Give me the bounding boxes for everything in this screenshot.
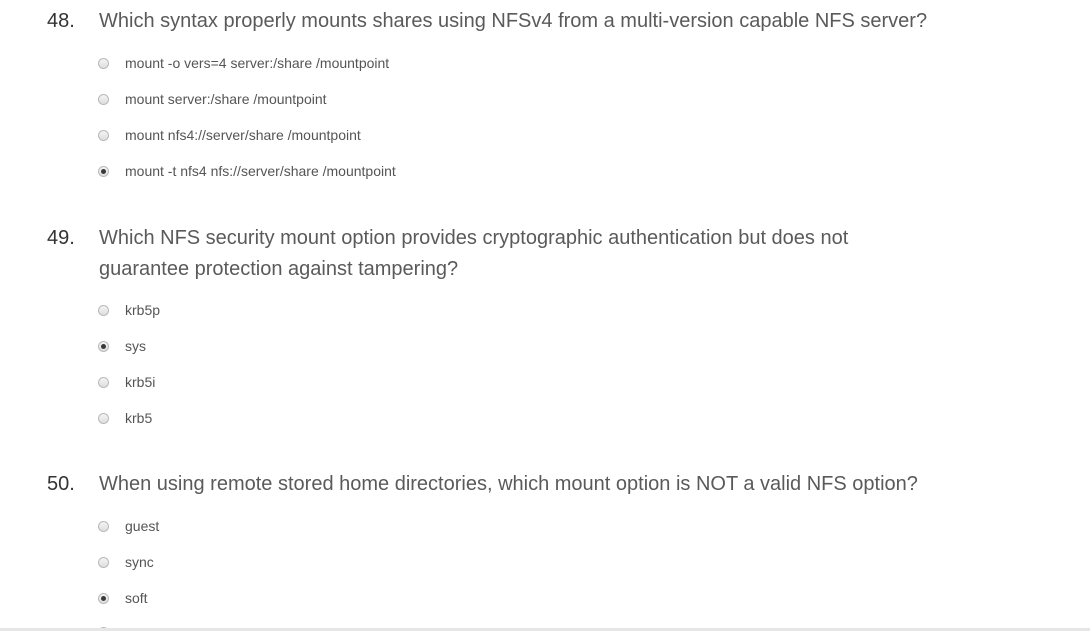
quiz-page: 48. Which syntax properly mounts shares … — [0, 0, 1090, 631]
question-number: 50. — [47, 473, 75, 495]
question-text: Which NFS security mount option provides… — [99, 227, 849, 280]
answer-option[interactable]: mount -t nfs4 nfs://server/share /mountp… — [98, 161, 396, 181]
answer-option-label: mount -o vers=4 server:/share /mountpoin… — [125, 55, 390, 71]
answer-option-label: sync — [125, 554, 154, 570]
radio-button[interactable] — [98, 93, 109, 105]
question-text: Which syntax properly mounts shares usin… — [99, 10, 928, 32]
radio-button[interactable] — [98, 304, 109, 316]
answer-option[interactable]: soft — [98, 588, 148, 608]
answer-option-label: mount nfs4://server/share /mountpoint — [125, 127, 361, 143]
answer-option-label: soft — [125, 590, 148, 606]
answer-option-label: sys — [125, 338, 146, 354]
radio-button[interactable] — [98, 556, 109, 568]
question-number: 49. — [47, 227, 75, 249]
answer-option-label: guest — [125, 518, 160, 534]
answer-option-label: krb5 — [125, 410, 153, 426]
radio-button[interactable] — [98, 520, 109, 532]
radio-button[interactable] — [98, 57, 109, 69]
answer-option-label: mount server:/share /mountpoint — [125, 91, 327, 107]
answer-option-label: mount -t nfs4 nfs://server/share /mountp… — [125, 163, 396, 179]
answer-option[interactable]: mount server:/share /mountpoint — [98, 89, 327, 109]
answer-option[interactable]: sys — [98, 336, 146, 356]
answer-option[interactable]: mount -o vers=4 server:/share /mountpoin… — [98, 53, 389, 73]
answer-option[interactable]: mount nfs4://server/share /mountpoint — [98, 125, 361, 145]
answer-option[interactable]: krb5i — [98, 372, 155, 392]
radio-button[interactable] — [98, 592, 109, 604]
answer-option[interactable]: krb5 — [98, 408, 152, 428]
answer-option-label: krb5p — [125, 302, 161, 318]
answer-option[interactable]: guest — [98, 516, 159, 536]
radio-button[interactable] — [98, 165, 109, 177]
radio-button[interactable] — [98, 376, 109, 388]
answer-option[interactable]: krb5p — [98, 300, 160, 320]
radio-button[interactable] — [98, 340, 109, 352]
radio-button[interactable] — [98, 129, 109, 141]
question-text: When using remote stored home directorie… — [99, 473, 918, 495]
radio-button[interactable] — [98, 412, 109, 424]
answer-option[interactable]: sync — [98, 552, 154, 572]
answer-option-label: krb5i — [125, 374, 156, 390]
question-number: 48. — [47, 10, 75, 32]
